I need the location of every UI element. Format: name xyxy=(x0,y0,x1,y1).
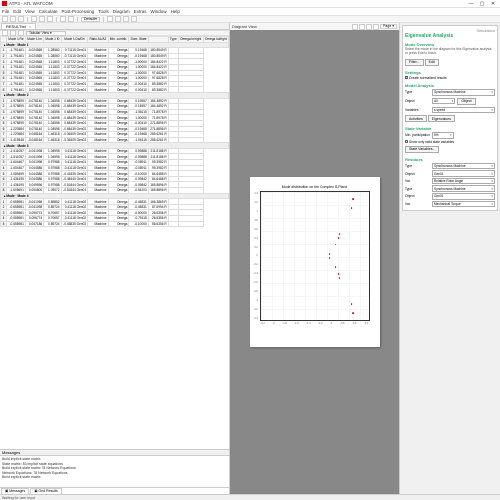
model-analysis-heading: Model Analysis xyxy=(405,83,495,88)
close-icon[interactable]: × xyxy=(29,24,31,29)
res-object2-select[interactable]: Gen01 xyxy=(432,193,495,200)
tab-results[interactable]: RESULTtxt× xyxy=(1,23,36,29)
print-icon[interactable] xyxy=(373,24,379,30)
table-row[interactable]: 5-0.6559810.0471860.89724-0.45835 Gen02M… xyxy=(1,221,229,227)
residues-heading: Residues xyxy=(405,157,495,162)
edit-button[interactable]: Edit xyxy=(425,59,439,66)
close-button[interactable]: ✕ xyxy=(488,1,498,7)
messages-tabs: ▣ Messages▣ Grid Results xyxy=(0,487,229,494)
tool-copy-icon[interactable] xyxy=(39,16,45,22)
menu-file[interactable]: File xyxy=(2,9,9,14)
chart-point[interactable] xyxy=(351,207,353,209)
menu-window[interactable]: Window xyxy=(151,9,167,14)
activities-button[interactable]: Activities xyxy=(405,115,427,122)
messages-panel: Messages Build implicit state matrixStat… xyxy=(0,449,229,494)
menu-help[interactable]: Help xyxy=(171,9,180,14)
chart-sheet: Mode distribution on the Complex S-Plane… xyxy=(250,177,380,347)
zoom-in-icon[interactable] xyxy=(352,24,358,30)
filter-button[interactable]: Filter... xyxy=(405,59,424,66)
tool-stop-icon[interactable] xyxy=(115,16,121,22)
titlebar: ATP3 - ATL WATCOM — ▢ ✕ xyxy=(0,0,500,8)
tool-grid-icon[interactable] xyxy=(131,16,137,22)
diagram-toolbar: Diagram View Page ▾ xyxy=(230,23,399,30)
side-panel: Simulation Eigenvalue Analysis Mode Over… xyxy=(400,23,500,494)
chart-title: Mode distribution on the Complex S-Plane xyxy=(282,185,348,189)
mode-overview-desc: Select the mode in the diagram for this … xyxy=(405,48,495,56)
chart-point[interactable] xyxy=(335,267,337,269)
results-tabbar: RESULTtxt× xyxy=(0,23,229,30)
ma-object-button[interactable]: Object xyxy=(457,98,475,105)
res-object-select[interactable]: Gen01 xyxy=(432,170,495,177)
zoom-out-icon[interactable] xyxy=(359,24,365,30)
menu-bar: File Edit View CalculatePost-Processing Tool… xyxy=(0,8,500,15)
chart-point[interactable] xyxy=(339,277,341,279)
ma-object-select[interactable]: All xyxy=(432,98,455,105)
minimize-button[interactable]: — xyxy=(466,1,476,7)
tool-chart-icon[interactable] xyxy=(123,16,129,22)
res-type2-select[interactable]: Synchronous Machine xyxy=(432,185,495,192)
menu-extras[interactable]: Extras xyxy=(134,9,147,14)
messages-content[interactable]: Build implicit state matrixState matrix:… xyxy=(0,456,229,487)
maximize-button[interactable]: ▢ xyxy=(477,1,487,7)
res-type-select[interactable]: Synchronous Machine xyxy=(432,163,495,170)
tool-open-icon[interactable] xyxy=(10,16,16,22)
min-participation-input[interactable]: 5% xyxy=(432,132,454,139)
menu-post-processing[interactable]: Post-Processing xyxy=(61,9,94,14)
menu-diagram[interactable]: Diagram xyxy=(113,9,130,14)
layout-select[interactable]: Default ▾ xyxy=(81,17,100,22)
chart-point[interactable] xyxy=(329,253,331,255)
tool-undo-icon[interactable] xyxy=(60,16,66,22)
chart-point[interactable] xyxy=(351,303,353,305)
tool-new-icon[interactable] xyxy=(2,16,8,22)
res-var-select[interactable]: Relative Rotor Angle xyxy=(432,178,495,185)
results-grid[interactable]: Mode λ ReMode λ ImMode λ f0Mode λ Da/DnR… xyxy=(0,36,229,449)
app-icon xyxy=(2,1,7,6)
chart-point[interactable] xyxy=(338,237,340,239)
chart-point[interactable] xyxy=(339,233,341,235)
menu-view[interactable]: View xyxy=(25,9,35,14)
state-variables-button[interactable]: State Variables... xyxy=(405,146,439,153)
diagram-view-label: Diagram View xyxy=(232,24,257,29)
res-var2-select[interactable]: Mechanical Torque xyxy=(432,201,495,208)
ma-type-select[interactable]: Synchronous Machine xyxy=(432,89,495,96)
eigenvalues-button[interactable]: Eigenvalues xyxy=(428,115,455,122)
ma-variables-select[interactable]: s.speed xyxy=(432,107,495,114)
state-variable-heading: State Variable xyxy=(405,126,495,131)
normalize-label: Create normalized results xyxy=(409,76,447,80)
tool-run-icon[interactable] xyxy=(107,16,113,22)
main-toolbar: Default ▾ xyxy=(0,15,500,23)
tool-redo-icon[interactable] xyxy=(68,16,74,22)
chart-point[interactable] xyxy=(338,273,340,275)
normalize-checkbox[interactable]: ✓ xyxy=(405,76,408,79)
diagram-canvas[interactable]: Mode distribution on the Complex S-Plane… xyxy=(230,30,399,494)
valid-only-checkbox[interactable] xyxy=(405,140,408,143)
scatter-chart[interactable]: 1.41.210.80.60.40.20-0.2-0.4-0.6-0.8-1-1… xyxy=(260,191,370,321)
chart-point[interactable] xyxy=(329,257,331,259)
chart-point[interactable] xyxy=(352,198,354,200)
zoom-fit-icon[interactable] xyxy=(366,24,372,30)
tool-paste-icon[interactable] xyxy=(47,16,53,22)
chart-point[interactable] xyxy=(335,244,337,246)
menu-tools[interactable]: Tools xyxy=(98,9,109,14)
window-title: ATP3 - ATL WATCOM xyxy=(9,1,466,6)
settings-heading: Settings xyxy=(405,70,495,75)
panel-title: Eigenvalue Analysis xyxy=(405,33,495,39)
menu-calculate[interactable]: Calculate xyxy=(39,9,58,14)
menu-edit[interactable]: Edit xyxy=(13,9,21,14)
tool-save-icon[interactable] xyxy=(18,16,24,22)
chart-point[interactable] xyxy=(352,312,354,314)
grid-select[interactable]: Tabular View ▾ xyxy=(26,31,66,36)
page-select[interactable]: Page ▾ xyxy=(380,24,397,29)
status-bar: Waiting for user input xyxy=(0,494,500,500)
tool-cut-icon[interactable] xyxy=(31,16,37,22)
